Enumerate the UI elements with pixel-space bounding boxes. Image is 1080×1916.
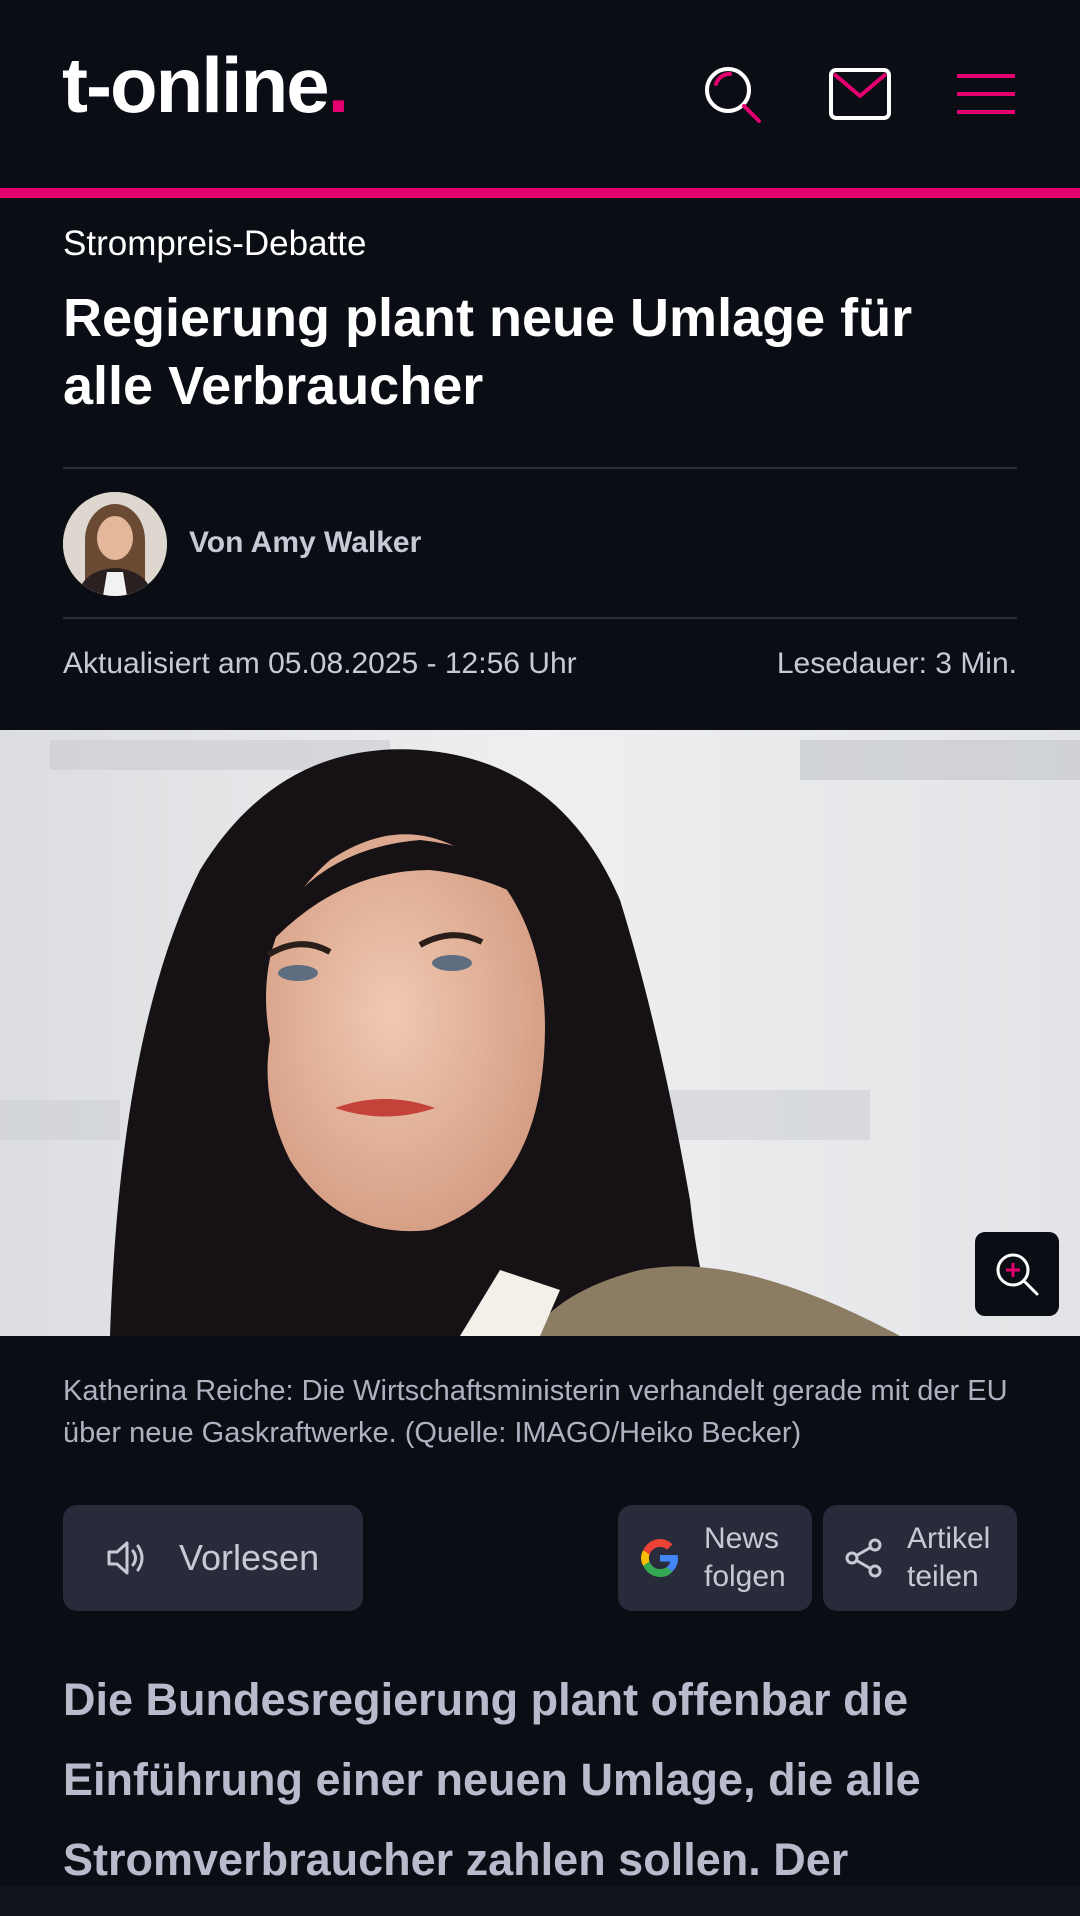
read-aloud-label: Vorlesen bbox=[179, 1537, 320, 1578]
hero-image[interactable] bbox=[0, 730, 1080, 1336]
top-bar: t-online. bbox=[0, 0, 1080, 188]
author-name[interactable]: Von Amy Walker bbox=[189, 526, 421, 560]
logo-text: t-online bbox=[62, 41, 330, 129]
zoom-in-icon bbox=[996, 1253, 1039, 1296]
article-headline: Regierung plant neue Umlage für alle Ver… bbox=[63, 288, 913, 416]
header-accent-line bbox=[0, 188, 1080, 198]
read-aloud-button[interactable]: Vorlesen bbox=[63, 1505, 363, 1611]
google-icon bbox=[641, 1539, 678, 1577]
divider bbox=[63, 617, 1017, 619]
logo-dot: . bbox=[327, 41, 350, 129]
news-follow-line1: News bbox=[704, 1522, 780, 1555]
news-follow-line2: folgen bbox=[704, 1560, 786, 1593]
divider bbox=[63, 467, 1017, 469]
site-logo[interactable]: t-online. bbox=[62, 46, 349, 124]
reading-time: Lesedauer: 3 Min. bbox=[776, 647, 1017, 680]
article-kicker[interactable]: Strompreis-Debatte bbox=[63, 224, 366, 264]
image-caption: Katherina Reiche: Die Wirtschaftsministe… bbox=[63, 1375, 1008, 1449]
mail-icon[interactable] bbox=[828, 62, 892, 126]
share-line2: teilen bbox=[907, 1560, 979, 1593]
menu-icon[interactable] bbox=[955, 62, 1017, 126]
share-icon bbox=[845, 1538, 882, 1578]
google-news-follow-button[interactable]: News folgen bbox=[618, 1505, 812, 1611]
share-line1: Artikel bbox=[907, 1522, 991, 1555]
image-zoom-button[interactable] bbox=[975, 1232, 1059, 1316]
share-article-button[interactable]: Artikel teilen bbox=[823, 1505, 1017, 1611]
author-avatar[interactable] bbox=[63, 492, 167, 596]
updated-timestamp: Aktualisiert am 05.08.2025 - 12:56 Uhr bbox=[63, 647, 577, 680]
search-icon[interactable] bbox=[700, 62, 764, 126]
speaker-icon bbox=[107, 1541, 144, 1575]
bottom-edge bbox=[0, 1886, 1080, 1916]
article-lead: Die Bundesregierung plant offenbar die E… bbox=[63, 1674, 921, 1885]
